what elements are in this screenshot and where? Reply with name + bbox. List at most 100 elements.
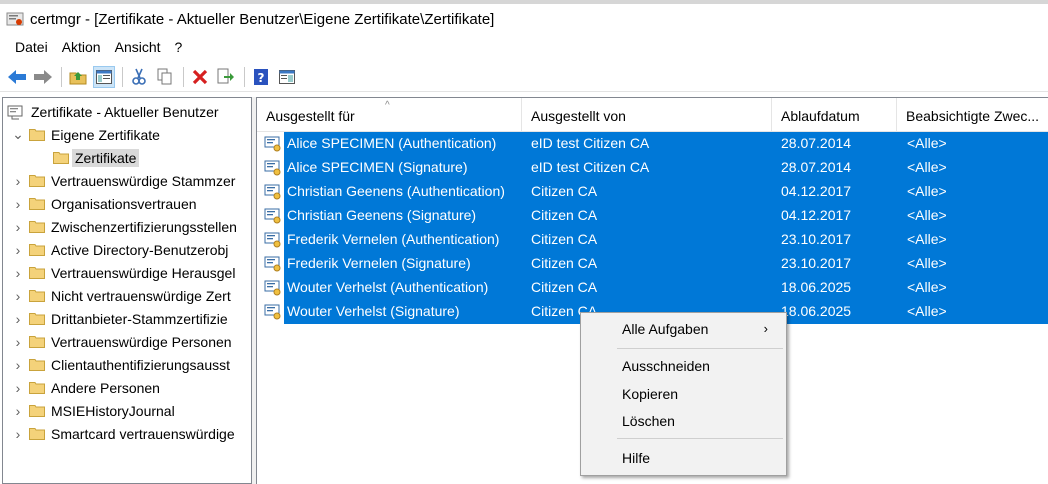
delete-button[interactable] bbox=[189, 66, 211, 88]
menu-item-kopieren[interactable]: Kopieren bbox=[581, 383, 786, 405]
menu-item-label: Alle Aufgaben bbox=[622, 321, 709, 337]
chevron-right-icon[interactable]: › bbox=[11, 403, 25, 419]
cell-issued-by: eID test Citizen CA bbox=[531, 135, 650, 151]
column-header-label: Beabsichtigte Zwec... bbox=[906, 108, 1040, 124]
tree-item-label: Vertrauenswürdige Stammzer bbox=[51, 172, 236, 189]
chevron-right-icon[interactable]: › bbox=[11, 173, 25, 189]
chevron-right-icon[interactable]: › bbox=[11, 196, 25, 212]
up-button[interactable] bbox=[67, 66, 89, 88]
tree-item-smartcard[interactable]: › Smartcard vertrauenswürdige bbox=[11, 422, 235, 445]
menu-datei[interactable]: Datei bbox=[8, 36, 55, 58]
show-hide-tree-button[interactable] bbox=[93, 65, 115, 88]
chevron-right-icon[interactable]: › bbox=[11, 311, 25, 327]
tree-item-organisationsvertrauen[interactable]: › Organisationsvertrauen bbox=[11, 192, 197, 215]
cell-purpose: <Alle> bbox=[907, 255, 947, 271]
export-button[interactable] bbox=[215, 66, 237, 88]
export-icon bbox=[217, 68, 234, 83]
tree-item-msiehistoryjournal[interactable]: › MSIEHistoryJournal bbox=[11, 399, 175, 422]
column-header-issued-to[interactable]: ^ Ausgestellt für bbox=[257, 98, 522, 132]
folder-icon bbox=[29, 175, 45, 187]
tree-item-label: Eigene Zertifikate bbox=[51, 126, 160, 143]
back-button[interactable] bbox=[6, 66, 28, 88]
menu-ansicht[interactable]: Ansicht bbox=[108, 36, 168, 58]
table-row[interactable]: Alice SPECIMEN (Authentication) eID test… bbox=[257, 132, 1048, 156]
menu-item-hilfe[interactable]: Hilfe bbox=[581, 447, 786, 469]
tree-item-eigene-zertifikate[interactable]: ⌄ Eigene Zertifikate bbox=[11, 123, 160, 146]
menu-separator bbox=[617, 438, 783, 439]
table-row[interactable]: Alice SPECIMEN (Signature) eID test Citi… bbox=[257, 156, 1048, 180]
properties-button[interactable] bbox=[276, 66, 298, 88]
copy-button[interactable] bbox=[154, 66, 176, 88]
cell-purpose: <Alle> bbox=[907, 159, 947, 175]
certificate-icon bbox=[264, 304, 281, 320]
cell-expiry: 28.07.2014 bbox=[781, 159, 852, 175]
cut-icon bbox=[132, 68, 146, 85]
cell-purpose: <Alle> bbox=[907, 231, 947, 247]
column-header-expiry[interactable]: Ablaufdatum bbox=[772, 98, 897, 132]
toolbar-separator bbox=[244, 66, 245, 87]
menu-item-loeschen[interactable]: Löschen bbox=[581, 410, 786, 432]
cut-button[interactable] bbox=[128, 66, 150, 88]
tree-item-label: Clientauthentifizierungsausst bbox=[51, 356, 230, 373]
table-row[interactable]: Frederik Vernelen (Signature) Citizen CA… bbox=[257, 252, 1048, 276]
tree-item-vertrauenswuerdige-personen[interactable]: › Vertrauenswürdige Personen bbox=[11, 330, 232, 353]
console-tree: Zertifikate - Aktueller Benutzer ⌄ Eigen… bbox=[2, 97, 252, 484]
tree-item-nicht-vertrauenswuerdige[interactable]: › Nicht vertrauenswürdige Zert bbox=[11, 284, 231, 307]
chevron-right-icon[interactable]: › bbox=[11, 426, 25, 442]
table-row[interactable]: Christian Geenens (Authentication) Citiz… bbox=[257, 180, 1048, 204]
cell-issued-by: eID test Citizen CA bbox=[531, 159, 650, 175]
chevron-right-icon[interactable]: › bbox=[11, 380, 25, 396]
folder-icon bbox=[29, 428, 45, 440]
certificate-icon bbox=[264, 256, 281, 272]
chevron-right-icon[interactable]: › bbox=[11, 288, 25, 304]
table-row[interactable]: Wouter Verhelst (Authentication) Citizen… bbox=[257, 276, 1048, 300]
cell-issued-by: Citizen CA bbox=[531, 255, 598, 271]
menu-item-alle-aufgaben[interactable]: Alle Aufgaben › bbox=[581, 318, 786, 340]
window-title: certmgr - [Zertifikate - Aktueller Benut… bbox=[30, 10, 495, 28]
tree-item-drittanbieter-stamm[interactable]: › Drittanbieter-Stammzertifizie bbox=[11, 307, 228, 330]
menu-bar: Datei Aktion Ansicht ? bbox=[0, 34, 1048, 60]
help-button[interactable]: ? bbox=[250, 66, 272, 88]
tree-item-vertrauenswuerdige-stammzer[interactable]: › Vertrauenswürdige Stammzer bbox=[11, 169, 236, 192]
cell-expiry: 04.12.2017 bbox=[781, 207, 852, 223]
sort-ascending-icon: ^ bbox=[385, 100, 390, 111]
menu-help[interactable]: ? bbox=[168, 36, 190, 58]
tree-item-label: Andere Personen bbox=[51, 379, 160, 396]
folder-icon bbox=[29, 129, 45, 141]
properties-icon bbox=[279, 69, 295, 84]
tree-item-zwischenzertifizierungsstellen[interactable]: › Zwischenzertifizierungsstellen bbox=[11, 215, 237, 238]
chevron-right-icon[interactable]: › bbox=[11, 334, 25, 350]
column-header-label: Ausgestellt von bbox=[531, 108, 626, 124]
tree-item-active-directory[interactable]: › Active Directory-Benutzerobj bbox=[11, 238, 229, 261]
title-bar: certmgr - [Zertifikate - Aktueller Benut… bbox=[0, 0, 1048, 34]
tree-item-vertrauenswuerdige-herausgeber[interactable]: › Vertrauenswürdige Herausgel bbox=[11, 261, 236, 284]
tree-root[interactable]: Zertifikate - Aktueller Benutzer bbox=[7, 100, 219, 123]
tree-item-label: Organisationsvertrauen bbox=[51, 195, 197, 212]
folder-open-icon bbox=[53, 152, 69, 164]
chevron-down-icon[interactable]: ⌄ bbox=[11, 126, 25, 143]
table-row[interactable]: Frederik Vernelen (Authentication) Citiz… bbox=[257, 228, 1048, 252]
chevron-right-icon[interactable]: › bbox=[11, 357, 25, 373]
chevron-right-icon[interactable]: › bbox=[11, 242, 25, 258]
cell-purpose: <Alle> bbox=[907, 303, 947, 319]
column-header-purpose[interactable]: Beabsichtigte Zwec... bbox=[897, 98, 1048, 132]
toolbar-separator bbox=[183, 66, 184, 87]
forward-button[interactable] bbox=[32, 66, 54, 88]
cell-issued-to: Wouter Verhelst (Authentication) bbox=[287, 279, 489, 295]
menu-separator bbox=[617, 348, 783, 349]
delete-icon bbox=[192, 69, 208, 84]
menu-item-label: Kopieren bbox=[622, 386, 679, 402]
column-header-issued-by[interactable]: Ausgestellt von bbox=[522, 98, 772, 132]
menu-item-ausschneiden[interactable]: Ausschneiden bbox=[581, 355, 786, 377]
certificate-icon bbox=[264, 280, 281, 296]
cell-purpose: <Alle> bbox=[907, 135, 947, 151]
menu-aktion[interactable]: Aktion bbox=[55, 36, 108, 58]
tree-item-clientauthentifizierung[interactable]: › Clientauthentifizierungsausst bbox=[11, 353, 230, 376]
toolbar: ? bbox=[0, 62, 1048, 92]
chevron-right-icon[interactable]: › bbox=[11, 265, 25, 281]
tree-item-zertifikate[interactable]: Zertifikate bbox=[53, 146, 140, 169]
table-row[interactable]: Christian Geenens (Signature) Citizen CA… bbox=[257, 204, 1048, 228]
tree-item-andere-personen[interactable]: › Andere Personen bbox=[11, 376, 160, 399]
chevron-right-icon[interactable]: › bbox=[11, 219, 25, 235]
toolbar-separator bbox=[61, 66, 62, 87]
